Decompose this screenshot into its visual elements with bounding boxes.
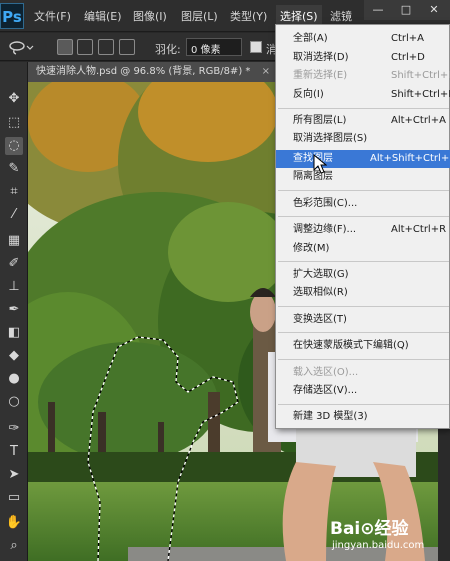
eraser-tool-icon[interactable]: ◧	[5, 324, 23, 342]
shape-tool-icon[interactable]: ▭	[5, 489, 23, 507]
marquee-tool-icon[interactable]: ⬚	[5, 114, 23, 132]
menu-separator	[278, 216, 449, 217]
feather-label: 羽化:	[155, 43, 181, 56]
menu-file[interactable]: 文件(F)	[34, 8, 71, 24]
new-selection-icon[interactable]	[57, 39, 73, 55]
menu-item-deselect[interactable]: 取消选择(D) Ctrl+D	[276, 49, 450, 67]
clone-stamp-tool-icon[interactable]: ⊥	[5, 278, 23, 296]
menu-item-find-layers[interactable]: 查找图层 Alt+Shift+Ctrl+F	[276, 150, 450, 168]
intersect-selection-icon[interactable]	[119, 39, 135, 55]
menu-item-select-all[interactable]: 全部(A) Ctrl+A	[276, 30, 450, 48]
menu-edit[interactable]: 编辑(E)	[84, 8, 122, 24]
maximize-icon[interactable]: □	[392, 0, 420, 20]
quick-select-tool-icon[interactable]: ✎	[5, 160, 23, 178]
dodge-tool-icon[interactable]: ○	[5, 393, 23, 411]
baidu-watermark: Bai⊙经验 jingyan.baidu.com	[330, 508, 440, 558]
subtract-selection-icon[interactable]	[98, 39, 114, 55]
eyedropper-tool-icon[interactable]: ⁄	[5, 206, 23, 224]
menu-separator	[278, 108, 449, 109]
menu-item-all-layers[interactable]: 所有图层(L) Alt+Ctrl+A	[276, 112, 450, 130]
minimize-icon[interactable]: —	[364, 0, 392, 20]
photoshop-logo: Ps	[0, 3, 24, 29]
mouse-cursor-icon	[313, 154, 327, 174]
menu-item-load-selection[interactable]: 载入选区(O)...	[276, 364, 450, 382]
blur-tool-icon[interactable]: ●	[5, 370, 23, 388]
brush-tool-icon[interactable]: ✐	[5, 255, 23, 273]
pen-tool-icon[interactable]: ✑	[5, 420, 23, 438]
menu-item-new-3d-model[interactable]: 新建 3D 模型(3)	[276, 408, 450, 426]
watermark-logo: Bai⊙经验	[330, 519, 409, 539]
close-window-icon[interactable]: ✕	[420, 0, 448, 20]
type-tool-icon[interactable]: T	[5, 443, 23, 461]
path-select-tool-icon[interactable]: ➤	[5, 466, 23, 484]
menu-item-transform-selection[interactable]: 变换选区(T)	[276, 311, 450, 329]
document-title: 快速消除人物.psd @ 96.8% (背景, RGB/8#) *	[36, 66, 251, 77]
antialias-checkbox[interactable]	[250, 41, 262, 53]
menu-item-save-selection[interactable]: 存储选区(V)...	[276, 382, 450, 400]
document-tab[interactable]: 快速消除人物.psd @ 96.8% (背景, RGB/8#) * ×	[28, 62, 278, 82]
menu-item-similar[interactable]: 选取相似(R)	[276, 284, 450, 302]
menu-item-color-range[interactable]: 色彩范围(C)...	[276, 195, 450, 213]
menu-item-inverse[interactable]: 反向(I) Shift+Ctrl+I	[276, 86, 450, 104]
menu-layer[interactable]: 图层(L)	[181, 8, 218, 24]
menu-type[interactable]: 类型(Y)	[230, 8, 267, 24]
menu-item-modify[interactable]: 修改(M)	[276, 240, 450, 258]
add-selection-icon[interactable]	[77, 39, 93, 55]
menu-separator	[278, 404, 449, 405]
select-menu-dropdown: 全部(A) Ctrl+A 取消选择(D) Ctrl+D 重新选择(E) Shift+C…	[275, 24, 450, 429]
menu-separator	[278, 359, 449, 360]
menu-item-isolate-layers[interactable]: 隔离图层	[276, 168, 450, 186]
lasso-preset-icon[interactable]	[8, 40, 34, 56]
menu-item-refine-edge[interactable]: 调整边缘(F)... Alt+Ctrl+R	[276, 221, 450, 239]
menu-image[interactable]: 图像(I)	[133, 8, 167, 24]
healing-brush-tool-icon[interactable]: ▦	[5, 232, 23, 250]
menu-separator	[278, 190, 449, 191]
menu-item-deselect-layers[interactable]: 取消选择图层(S)	[276, 130, 450, 148]
menu-separator	[278, 332, 449, 333]
window-controls: — □ ✕	[364, 0, 450, 20]
zoom-tool-icon[interactable]: ⌕	[5, 537, 23, 555]
menu-item-reselect[interactable]: 重新选择(E) Shift+Ctrl+D	[276, 67, 450, 85]
paint-bucket-tool-icon[interactable]: ◆	[5, 347, 23, 365]
menu-separator	[278, 261, 449, 262]
watermark-url: jingyan.baidu.com	[332, 540, 425, 551]
menu-separator	[278, 306, 449, 307]
hand-tool-icon[interactable]: ✋	[5, 514, 23, 532]
close-document-icon[interactable]: ×	[262, 62, 270, 82]
menu-item-grow[interactable]: 扩大选取(G)	[276, 266, 450, 284]
lasso-tool-icon[interactable]: ◌	[5, 137, 23, 155]
crop-tool-icon[interactable]: ⌗	[5, 183, 23, 201]
feather-input[interactable]: 0 像素	[186, 38, 242, 56]
menu-filter[interactable]: 滤镜	[330, 8, 352, 24]
menu-item-quick-mask[interactable]: 在快速蒙版模式下编辑(Q)	[276, 337, 450, 355]
tool-panel: ✥ ⬚ ◌ ✎ ⌗ ⁄ ▦ ✐ ⊥ ✒ ◧ ◆ ● ○ ✑ T ➤ ▭ ✋ ⌕	[0, 62, 28, 561]
move-tool-icon[interactable]: ✥	[5, 90, 23, 108]
history-brush-tool-icon[interactable]: ✒	[5, 301, 23, 319]
